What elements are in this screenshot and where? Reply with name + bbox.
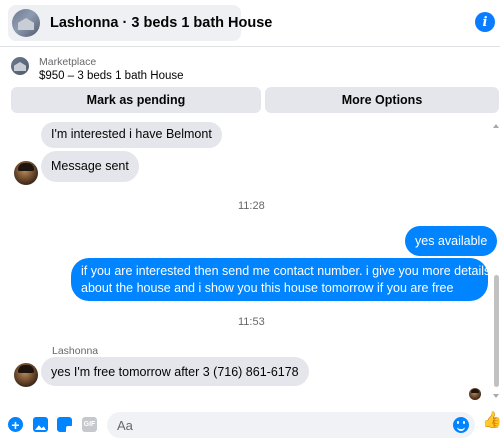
incoming-message-bubble[interactable]: Message sent: [41, 151, 139, 182]
incoming-message-bubble[interactable]: I'm interested i have Belmont: [41, 122, 222, 148]
outgoing-message-bubble[interactable]: yes available: [405, 226, 498, 256]
message-input[interactable]: Aa: [107, 412, 475, 438]
marketplace-label: Marketplace: [39, 56, 97, 68]
marketplace-listing-bar: Marketplace $950 – 3 beds 1 bath House M…: [0, 47, 500, 122]
conversation-title: Lashonna · 3 beds 1 bath House: [50, 15, 273, 31]
message-thread[interactable]: I'm interested i have Belmont Message se…: [0, 122, 500, 400]
photo-icon[interactable]: [33, 417, 48, 432]
message-composer: + GIF Aa: [0, 404, 500, 445]
conversation-header: Lashonna · 3 beds 1 bath House i: [0, 0, 500, 46]
plus-icon[interactable]: +: [8, 417, 23, 432]
info-icon[interactable]: i: [475, 12, 495, 32]
listing-price-title[interactable]: $950 – 3 beds 1 bath House: [39, 70, 184, 82]
listing-thumbnail: [12, 9, 40, 37]
timestamp: 11:53: [238, 316, 265, 328]
more-options-button[interactable]: More Options: [265, 87, 499, 113]
seen-receipt-avatar: [469, 388, 481, 400]
message-line: if you are interested then send me conta…: [81, 264, 491, 278]
sender-name: Lashonna: [52, 345, 99, 357]
avatar[interactable]: [14, 161, 38, 185]
message-input-placeholder: Aa: [117, 418, 133, 433]
avatar[interactable]: [14, 363, 38, 387]
message-line: about the house and i show you this hous…: [81, 281, 454, 295]
conversation-title-button[interactable]: Lashonna · 3 beds 1 bath House: [8, 5, 272, 41]
mark-as-pending-button[interactable]: Mark as pending: [11, 87, 261, 113]
outgoing-message-bubble[interactable]: if you are interested then send me conta…: [71, 258, 491, 301]
like-icon[interactable]: 👍: [482, 412, 500, 430]
incoming-message-bubble[interactable]: yes I'm free tomorrow after 3 (716) 861-…: [41, 357, 309, 386]
emoji-icon[interactable]: [453, 417, 469, 433]
timestamp: 11:28: [238, 200, 265, 212]
listing-small-thumbnail[interactable]: [11, 57, 29, 75]
sticker-icon[interactable]: [57, 417, 72, 432]
gif-icon[interactable]: GIF: [82, 417, 97, 432]
